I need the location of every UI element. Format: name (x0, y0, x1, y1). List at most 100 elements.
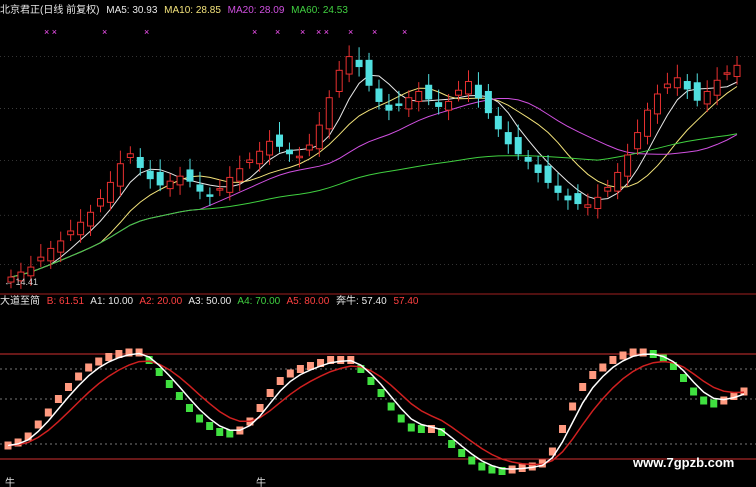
indicator-block (387, 402, 395, 411)
candle-body (455, 89, 463, 96)
indicator-block (478, 462, 486, 471)
indicator-block (165, 380, 173, 388)
candle-body (67, 230, 75, 236)
candle-body (723, 72, 731, 75)
candle-body (186, 169, 194, 182)
candle-body (385, 104, 393, 111)
candle-body (87, 211, 95, 227)
indicator-block (720, 396, 728, 405)
indicator-block (256, 404, 264, 412)
niu-label: 牛 (5, 478, 15, 487)
candle-body (594, 196, 602, 210)
candle-body (47, 247, 55, 262)
signal-marker: × (102, 27, 108, 37)
indicator-benniu-value: 57.40 (393, 296, 419, 307)
candle-body (634, 132, 642, 150)
signal-marker: × (402, 27, 408, 37)
stock-title: 北京君正(日线 前复权) (0, 5, 100, 16)
watermark: www.7gpzb.com (633, 455, 735, 470)
candle-body (435, 102, 443, 107)
indicator-block (690, 387, 698, 396)
candle-body (276, 134, 284, 147)
b-line (7, 360, 745, 466)
indicator-block (579, 383, 587, 391)
candle-body (405, 97, 413, 110)
indicator-block (337, 356, 345, 364)
indicator-benniu: 奔牛: 57.40 (336, 296, 387, 307)
indicator-block (216, 428, 224, 436)
indicator-block (468, 456, 476, 465)
indicator-block (155, 368, 163, 376)
candle-body (464, 81, 472, 95)
ma20-label: MA20: 28.09 (227, 5, 285, 16)
indicator-legend: 大道至简 B: 61.51 A1: 10.00 A2: 20.00 A3: 50… (0, 296, 422, 308)
candle-body (375, 88, 383, 102)
candle-body (574, 193, 582, 205)
indicator-block (135, 348, 143, 357)
signal-marker: × (252, 27, 258, 37)
candle-body (584, 204, 592, 208)
candle-body (305, 144, 313, 151)
indicator-block (417, 425, 425, 433)
candle-body (355, 59, 363, 68)
candle-body (96, 198, 104, 207)
candle-body (37, 256, 45, 262)
candle-body (236, 168, 244, 182)
indicator-block (44, 408, 52, 417)
candle-body (733, 64, 741, 78)
candle-body (295, 155, 303, 159)
indicator-block (75, 372, 83, 381)
candle-body (266, 140, 274, 156)
signal-marker: × (372, 27, 378, 37)
candle-body (146, 170, 154, 180)
candle-body (484, 90, 492, 114)
candle-body (77, 221, 85, 236)
indicator-block (206, 422, 214, 430)
indicator-block (266, 389, 274, 397)
indicator-block (105, 353, 113, 361)
candle-body (226, 176, 234, 193)
candle-body (644, 109, 652, 137)
ma10-label: MA10: 28.85 (164, 5, 221, 16)
candle-body (693, 82, 701, 101)
signal-marker: × (348, 27, 354, 37)
candle-body (683, 81, 691, 90)
candle-body (106, 181, 114, 203)
indicator-a5: A5: 80.00 (286, 296, 330, 307)
candle-body (246, 159, 254, 163)
indicator-block (458, 449, 466, 457)
candle-body (614, 171, 622, 192)
indicator-block (367, 377, 375, 385)
candle-body (415, 90, 423, 102)
indicator-block (377, 389, 385, 397)
candle-body (494, 115, 502, 130)
candle-body (216, 188, 224, 191)
candle-body (544, 165, 552, 183)
indicator-block (680, 374, 688, 382)
candle-body (325, 97, 333, 130)
indicator-block (276, 377, 284, 385)
candle-body (445, 100, 453, 111)
indicator-block (185, 404, 193, 412)
candle-body (653, 93, 661, 115)
indicator-block (397, 414, 405, 423)
candle-body (703, 90, 711, 105)
candle-body (554, 185, 562, 193)
candle-body (524, 156, 532, 162)
candle-body (604, 186, 612, 192)
candle-body (156, 171, 164, 186)
indicator-block (64, 383, 72, 391)
indicator-block (589, 371, 597, 379)
indicator-a2: A2: 20.00 (139, 296, 183, 307)
indicator-block (619, 351, 627, 360)
candle-body (534, 164, 542, 173)
indicator-block (85, 363, 93, 372)
indicator-block (95, 357, 103, 366)
candle-body (365, 59, 373, 86)
candle-body (624, 154, 632, 177)
indicator-b: B: 61.51 (46, 296, 85, 307)
candle-body (57, 240, 65, 253)
indicator-block (569, 402, 577, 411)
candle-body (166, 180, 174, 190)
candle-body (126, 153, 134, 158)
